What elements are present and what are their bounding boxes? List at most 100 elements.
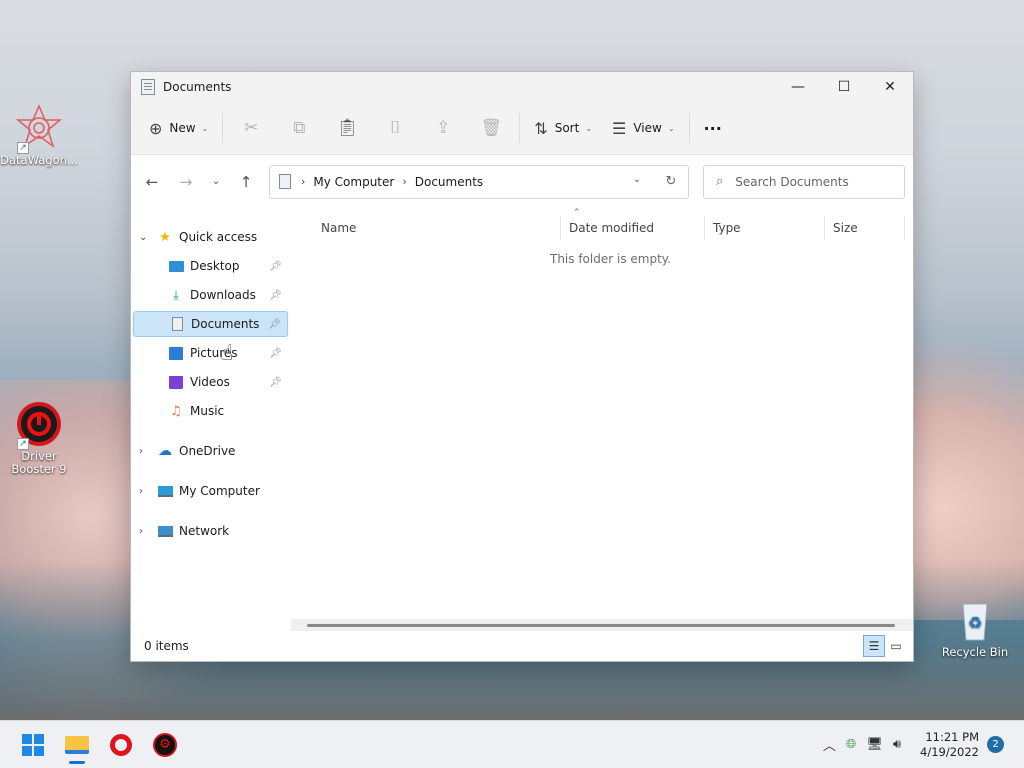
- sidebar-item-label: Network: [179, 524, 230, 538]
- title-bar[interactable]: Documents — ☐ ✕: [131, 72, 913, 102]
- back-button[interactable]: ←: [135, 173, 169, 191]
- column-type[interactable]: Type: [705, 216, 825, 240]
- more-options-button[interactable]: ···: [694, 112, 732, 144]
- search-box[interactable]: ⌕ Search Documents: [703, 164, 905, 199]
- items-count: 0 items: [144, 639, 189, 653]
- copy-button[interactable]: ⧉: [275, 112, 323, 144]
- desktop-icon-label: DataWagon...: [0, 153, 78, 167]
- pin-icon: 📌︎: [269, 347, 282, 359]
- file-list-pane: ⌃ Name Date modified Type Size This fold…: [291, 208, 913, 631]
- sidebar-item-label: Documents: [191, 317, 260, 331]
- active-indicator: [69, 760, 85, 764]
- windows-logo-icon: [22, 733, 44, 756]
- clock-time: 11:21 PM: [925, 729, 979, 744]
- copy-icon: ⧉: [293, 118, 306, 138]
- cloud-icon: ☁: [158, 443, 172, 459]
- sidebar-item-desktop[interactable]: Desktop 📌︎: [133, 253, 288, 279]
- window-title: Documents: [163, 80, 232, 94]
- network-status-icon[interactable]: 🖥︎: [866, 737, 883, 752]
- more-icon: ···: [703, 118, 722, 138]
- horizontal-scrollbar[interactable]: [291, 619, 913, 631]
- address-dropdown-button[interactable]: ⌄: [620, 174, 654, 189]
- sidebar-item-label: Downloads: [190, 288, 256, 302]
- up-button[interactable]: ↑: [229, 173, 263, 191]
- sidebar-item-label: OneDrive: [179, 444, 236, 458]
- sidebar-item-network[interactable]: › Network: [133, 518, 288, 544]
- details-view-button[interactable]: ☰: [863, 635, 885, 657]
- delete-button[interactable]: 🗑︎: [467, 112, 515, 144]
- cut-button[interactable]: ✂: [227, 112, 275, 144]
- sidebar-item-label: Music: [190, 404, 225, 418]
- close-button[interactable]: ✕: [867, 72, 913, 102]
- chevron-right-icon[interactable]: ›: [139, 446, 157, 457]
- large-icons-view-icon: ▭: [890, 639, 902, 653]
- taskbar-file-explorer[interactable]: [55, 725, 99, 765]
- taskbar: ⚙ ︿ 🌐︎ 🖥︎ 🔊︎ 11:21 PM 4/19/2022 2: [0, 720, 1024, 768]
- breadcrumb-my-computer[interactable]: My Computer: [313, 175, 394, 189]
- sidebar-item-downloads[interactable]: ⤓ Downloads 📌︎: [133, 282, 288, 308]
- status-bar: 0 items ☰ ▭: [131, 631, 913, 661]
- sidebar-item-quick-access[interactable]: ⌄ ★ Quick access: [133, 224, 288, 250]
- view-button[interactable]: ☰ View ⌄: [602, 112, 685, 144]
- desktop-icon-recycle-bin[interactable]: ♻ Recycle Bin: [935, 596, 1015, 659]
- chevron-right-icon: ›: [301, 175, 306, 188]
- globe-icon[interactable]: 🌐︎: [846, 737, 856, 752]
- sidebar-item-music[interactable]: ♫ Music: [133, 398, 288, 424]
- address-bar[interactable]: › My Computer › Documents ⌄ ↻: [269, 164, 689, 199]
- column-size[interactable]: Size: [825, 216, 905, 240]
- new-label: New: [169, 121, 196, 135]
- share-button[interactable]: ⇪: [419, 112, 467, 144]
- star-icon: ★: [159, 229, 171, 245]
- volume-icon[interactable]: 🔊︎: [893, 737, 901, 752]
- trash-icon: 🗑︎: [480, 118, 503, 138]
- rename-button[interactable]: ⌷: [371, 112, 419, 144]
- sort-button[interactable]: ⇅ Sort ⌄: [524, 112, 602, 144]
- chevron-right-icon[interactable]: ›: [139, 486, 157, 497]
- system-tray: ︿ 🌐︎ 🖥︎ 🔊︎ 11:21 PM 4/19/2022 2: [818, 730, 1024, 760]
- chevron-down-icon: ⌄: [667, 123, 675, 133]
- chevron-down-icon[interactable]: ⌄: [139, 232, 157, 243]
- taskbar-opera[interactable]: [99, 725, 143, 765]
- forward-button[interactable]: →: [169, 173, 203, 191]
- refresh-button[interactable]: ↻: [654, 174, 688, 189]
- recent-locations-button[interactable]: ⌄: [203, 176, 229, 187]
- scrollbar-thumb[interactable]: [307, 624, 895, 627]
- sidebar-item-pictures[interactable]: Pictures 📌︎: [133, 340, 288, 366]
- desktop-icon-datawagon[interactable]: ↗ DataWagon...: [0, 104, 79, 167]
- column-date-modified[interactable]: Date modified: [561, 216, 705, 240]
- chevron-right-icon[interactable]: ›: [139, 526, 157, 537]
- sidebar-item-my-computer[interactable]: › My Computer: [133, 478, 288, 504]
- desktop-icon-driver-booster[interactable]: ↗ Driver Booster 9: [0, 400, 79, 476]
- maximize-button[interactable]: ☐: [821, 72, 867, 102]
- documents-icon: [279, 174, 291, 189]
- cut-icon: ✂: [244, 118, 259, 138]
- chevron-down-icon: ⌄: [201, 123, 209, 133]
- show-hidden-icons-button[interactable]: ︿: [823, 735, 836, 754]
- computer-icon: [157, 483, 173, 499]
- taskbar-driver-booster[interactable]: ⚙: [143, 725, 187, 765]
- music-icon: ♫: [170, 403, 182, 419]
- notification-badge[interactable]: 2: [987, 736, 1004, 753]
- clock[interactable]: 11:21 PM 4/19/2022: [920, 730, 979, 760]
- pin-icon: 📌︎: [268, 318, 281, 330]
- share-icon: ⇪: [436, 118, 451, 138]
- breadcrumb-documents[interactable]: Documents: [415, 175, 483, 189]
- documents-icon: [169, 316, 185, 332]
- start-button[interactable]: [11, 725, 55, 765]
- sidebar-item-documents[interactable]: Documents 📌︎: [133, 311, 288, 337]
- sidebar-item-onedrive[interactable]: › ☁ OneDrive: [133, 438, 288, 464]
- rename-icon: ⌷: [390, 118, 401, 138]
- folder-icon: [65, 735, 89, 754]
- plus-circle-icon: ⊕: [149, 118, 163, 138]
- recycle-bin-icon: ♻: [951, 596, 999, 644]
- tiles-view-button[interactable]: ▭: [885, 635, 907, 657]
- desktop-icon-label: Driver Booster 9: [11, 449, 67, 476]
- hand-cursor-icon: ☝: [220, 341, 234, 366]
- new-button[interactable]: ⊕ New ⌄: [139, 112, 218, 144]
- view-label: View: [633, 121, 662, 135]
- sidebar-item-videos[interactable]: Videos 📌︎: [133, 369, 288, 395]
- minimize-button[interactable]: —: [775, 72, 821, 102]
- navigation-pane: ⌄ ★ Quick access Desktop 📌︎ ⤓ Downloads …: [131, 209, 291, 631]
- paste-button[interactable]: 📋︎: [323, 112, 371, 144]
- column-name[interactable]: Name: [313, 216, 561, 240]
